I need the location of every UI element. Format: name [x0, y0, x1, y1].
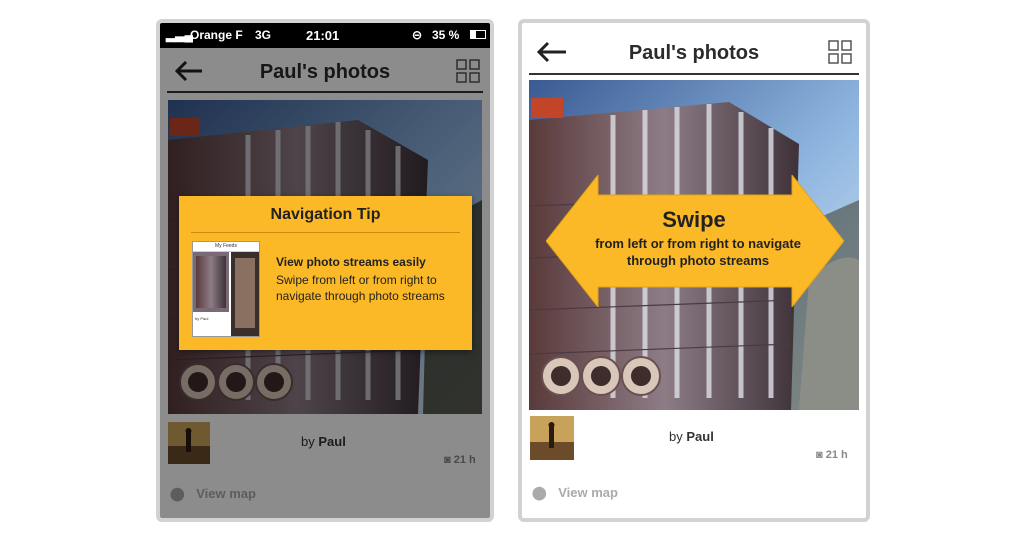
status-bar: ▂▃▄ Orange F 3G 21:01 ⊝ 35 %	[160, 23, 490, 48]
right-screen: Paul's photos Swipe from left or from ri…	[518, 19, 870, 522]
left-screen: ▂▃▄ Orange F 3G 21:01 ⊝ 35 % Paul's phot…	[156, 19, 494, 522]
rotation-lock-icon: ⊝	[412, 28, 423, 42]
signal-icon: ▂▃▄	[166, 28, 193, 42]
tip-illustration-title: My Feeds	[193, 242, 259, 252]
age-label: 21 h	[825, 449, 848, 461]
network-label: 3G	[255, 28, 272, 42]
clock: 21:01	[306, 28, 340, 43]
swipe-body: from left or from right to navigate thro…	[595, 236, 801, 268]
tip-title: Navigation Tip	[270, 206, 381, 223]
carrier-label: Orange F	[190, 28, 243, 42]
tip-illustration: My Feeds by Paul	[192, 241, 260, 337]
battery-icon	[470, 30, 486, 39]
nav-bar: Paul's photos	[522, 31, 866, 75]
author-thumbnail[interactable]	[530, 416, 574, 460]
page-title: Paul's photos	[628, 42, 760, 64]
tip-heading: View photo streams easily	[276, 255, 426, 269]
map-pin-icon: ⬤	[532, 485, 547, 500]
navigation-tip-dialog[interactable]: Navigation Tip My Feeds by Paul View pho…	[179, 196, 472, 350]
view-map-label: View map	[558, 485, 618, 500]
author-name[interactable]: Paul	[686, 429, 713, 444]
tip-body: Swipe from left or from right to navigat…	[276, 273, 445, 303]
tip-divider	[191, 232, 460, 233]
clock-icon: ◙	[816, 449, 823, 461]
swipe-title: Swipe	[662, 207, 726, 232]
view-map-link[interactable]: ⬤ View map	[532, 485, 618, 501]
by-prefix: by	[669, 429, 683, 444]
nav-divider	[529, 73, 859, 75]
author-line: by Paul	[669, 429, 714, 444]
grid-view-icon[interactable]	[828, 40, 852, 64]
tip-illustration-caption: by Paul	[195, 316, 209, 321]
timestamp: ◙ 21 h	[816, 449, 848, 461]
battery-label: 35 %	[432, 28, 460, 42]
